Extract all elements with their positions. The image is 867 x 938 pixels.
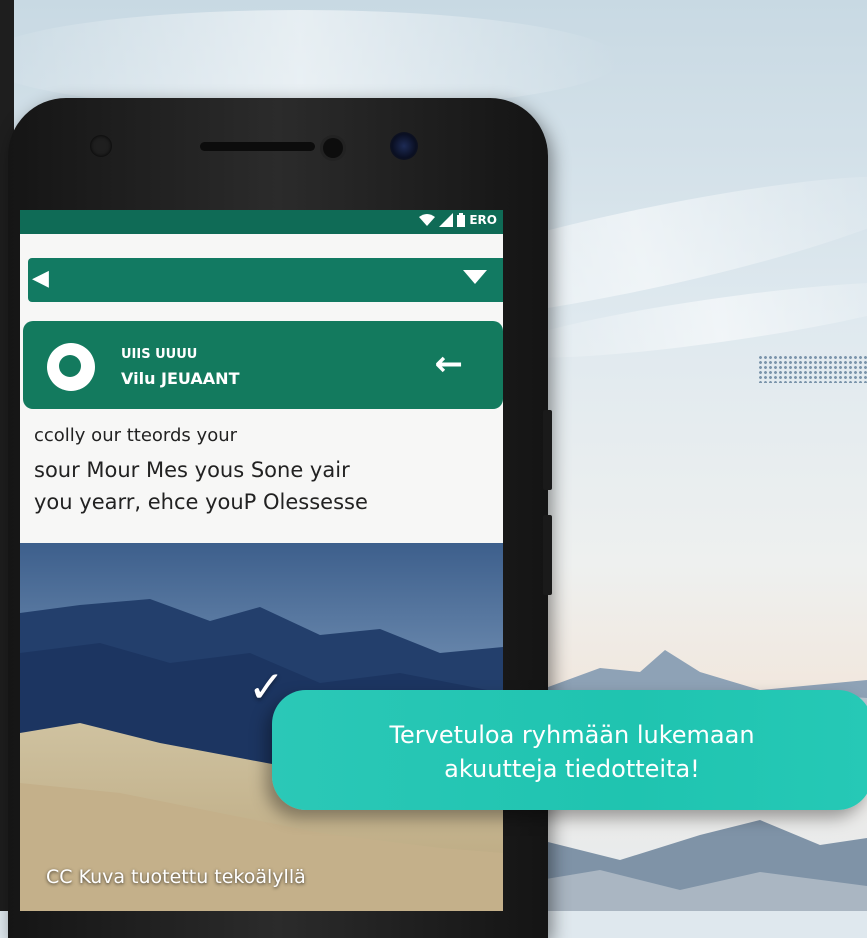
welcome-text: Tervetuloa ryhmään lukemaan akuutteja ti…: [272, 718, 867, 786]
welcome-text-line: akuutteja tiedotteita!: [444, 755, 700, 783]
message-line: ccolly our tteords your: [34, 425, 238, 446]
phone-side-button: [543, 410, 552, 490]
welcome-bubble: Tervetuloa ryhmään lukemaan akuutteja ti…: [272, 690, 867, 810]
back-arrow-icon[interactable]: ←: [435, 347, 464, 381]
phone-speaker: [200, 142, 315, 151]
phone-side-button: [543, 515, 552, 595]
battery-icon: [457, 213, 466, 227]
group-name: Vilu JEUAANT: [121, 369, 240, 388]
message-line: sour Mour Mes yous Sone yair: [34, 458, 350, 482]
status-icons: ERO: [419, 213, 497, 227]
message-line: you yearr, ehce youP Olessesse: [34, 490, 368, 514]
app-bar: ◀: [28, 258, 503, 302]
group-avatar: [47, 343, 95, 391]
back-arrow-icon[interactable]: ◀: [32, 268, 49, 290]
phone-front-lens: [390, 132, 418, 160]
status-bar: ERO: [20, 210, 503, 234]
status-time: ERO: [469, 213, 497, 227]
avatar-ring: [59, 355, 81, 377]
welcome-text-line: Tervetuloa ryhmään lukemaan: [389, 721, 755, 749]
image-credit: CC Kuva tuotettu tekoälyllä: [46, 866, 306, 888]
signal-icon: [439, 213, 454, 227]
group-subtitle: UIIS UUUU: [121, 347, 198, 362]
phone-sensor: [90, 135, 112, 157]
halftone-dots: [758, 355, 867, 383]
scene: ERO ◀ UIIS UUUU Vilu JEUAANT ← ccolly ou…: [0, 0, 867, 938]
phone-camera: [323, 138, 343, 158]
wifi-icon: [419, 214, 436, 226]
dropdown-icon[interactable]: [463, 270, 487, 284]
group-chat-header[interactable]: UIIS UUUU Vilu JEUAANT ←: [23, 321, 503, 409]
